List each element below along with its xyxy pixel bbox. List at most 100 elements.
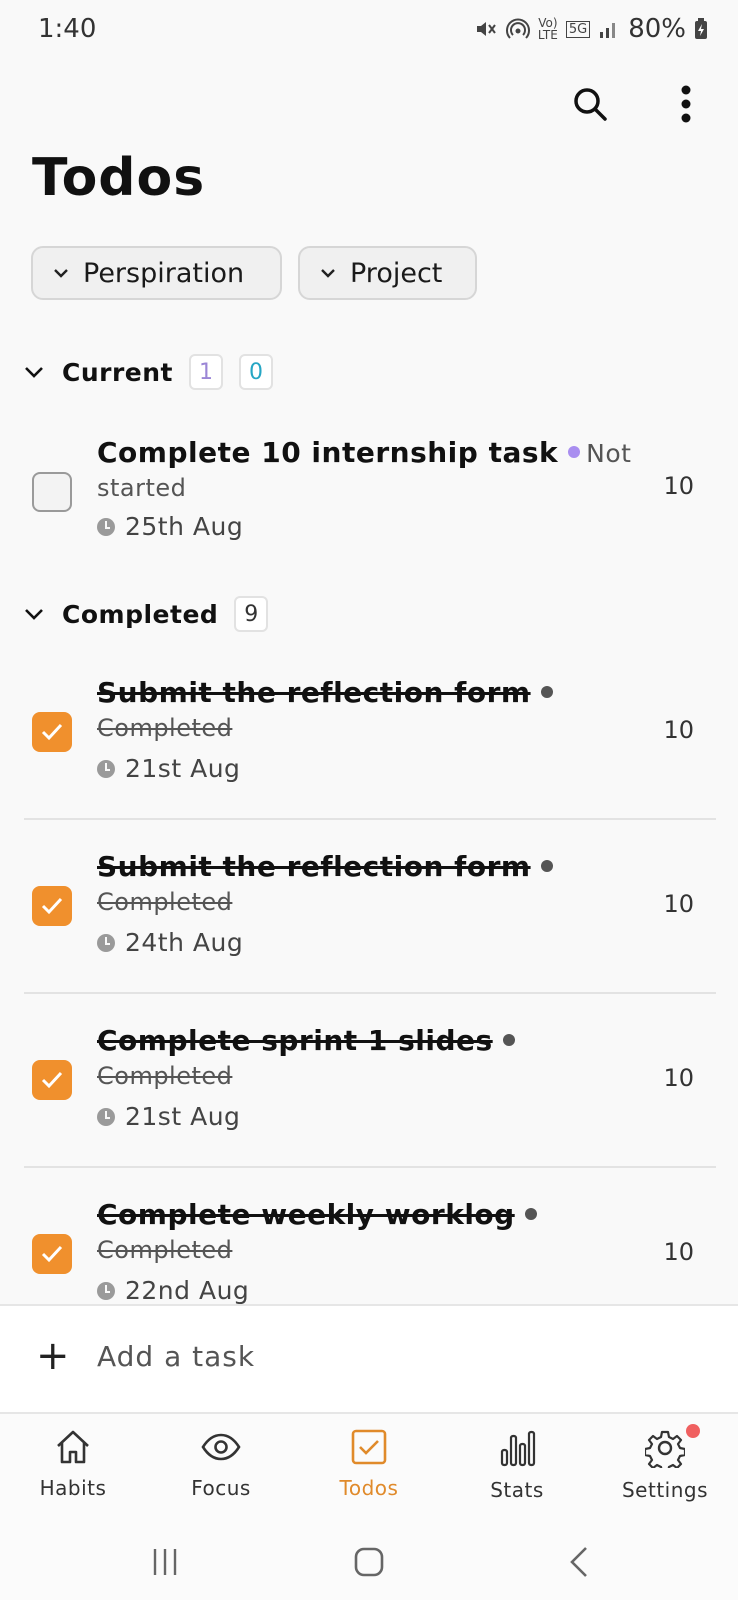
add-task-bar[interactable]: + Add a task	[0, 1304, 738, 1414]
search-button[interactable]	[566, 80, 614, 128]
task-title: Complete weekly worklog	[97, 1198, 543, 1231]
task-points: 10	[663, 1238, 694, 1266]
nav-label: Settings	[621, 1478, 709, 1502]
task-status: Completed	[97, 714, 233, 742]
section-title: Current	[62, 357, 174, 387]
task-checkbox-checked[interactable]	[32, 886, 72, 926]
home-icon	[57, 1430, 89, 1464]
chevron-down-icon	[321, 269, 335, 278]
task-checkbox[interactable]	[32, 472, 72, 512]
back-chevron-icon	[570, 1547, 587, 1577]
chevron-down-icon	[54, 269, 68, 278]
completed-task-row[interactable]: Complete sprint 1 slides Completed 21st …	[0, 1014, 738, 1164]
home-button[interactable]	[344, 1542, 394, 1582]
status-time: 1:40	[38, 14, 97, 44]
filter-chip-label: Project	[350, 257, 443, 289]
plus-icon: +	[36, 1333, 70, 1379]
task-status: Not	[586, 439, 632, 468]
battery-icon	[695, 18, 707, 39]
task-status: Completed	[97, 1062, 233, 1090]
task-points: 10	[663, 890, 694, 918]
clock-icon	[97, 933, 115, 952]
volte-icon: Vo) LTE	[537, 16, 558, 42]
chevron-down-icon	[25, 367, 43, 378]
task-date: 21st Aug	[97, 1102, 240, 1131]
nav-label: Habits	[39, 1476, 107, 1500]
task-checkbox-checked[interactable]	[32, 1234, 72, 1274]
mute-icon	[476, 22, 496, 36]
nav-todos[interactable]: Todos	[304, 1428, 434, 1500]
clock-icon	[97, 517, 115, 536]
status-dot	[524, 1208, 537, 1220]
section-header-completed[interactable]: Completed 9	[24, 594, 269, 634]
bottom-nav: Habits Focus Todos Stats Settings	[0, 1414, 738, 1524]
add-task-label: Add a task	[97, 1340, 256, 1373]
signal-icon	[600, 23, 616, 38]
nav-focus[interactable]: Focus	[156, 1428, 286, 1500]
clock-icon	[97, 759, 115, 778]
eye-icon	[201, 1433, 241, 1461]
status-icons: Vo) LTE 5G 80%	[474, 14, 708, 44]
completed-task-row[interactable]: Complete weekly worklog Completed 22nd A…	[0, 1188, 738, 1304]
more-options-button[interactable]	[662, 80, 710, 128]
more-vert-icon	[681, 85, 691, 123]
recent-apps-button[interactable]	[140, 1542, 190, 1582]
task-points: 10	[663, 716, 694, 744]
back-button[interactable]	[554, 1542, 604, 1582]
checkbox-icon	[351, 1429, 387, 1465]
task-title: Submit the reflection form	[97, 676, 559, 709]
status-dot	[540, 860, 553, 872]
task-status: Completed	[97, 888, 233, 916]
task-status-cont: started	[97, 474, 187, 502]
filter-chip-label: Perspiration	[83, 257, 245, 289]
bar-chart-icon	[500, 1430, 536, 1467]
status-dot	[502, 1034, 515, 1046]
task-title: Complete sprint 1 slides	[97, 1024, 521, 1057]
count-badge-completed: 9	[234, 596, 269, 632]
filter-chip-perspiration[interactable]: Perspiration	[31, 246, 282, 300]
nav-label: Todos	[339, 1476, 399, 1500]
divider	[24, 1166, 716, 1168]
task-points: 10	[663, 472, 694, 500]
task-title: Complete 10 internship task Not	[97, 436, 632, 469]
status-dot	[568, 446, 581, 458]
notification-dot	[686, 1424, 700, 1438]
nav-settings[interactable]: Settings	[600, 1424, 730, 1502]
task-points: 10	[663, 1064, 694, 1092]
nav-habits[interactable]: Habits	[8, 1428, 138, 1500]
nav-stats[interactable]: Stats	[452, 1428, 582, 1502]
status-dot	[540, 686, 553, 698]
section-header-current[interactable]: Current 1 0	[24, 352, 274, 392]
nav-label: Focus	[191, 1476, 251, 1500]
count-badge-overdue: 0	[239, 354, 274, 390]
check-icon	[41, 1245, 63, 1263]
page-title: Todos	[32, 148, 206, 208]
section-title: Completed	[62, 599, 219, 629]
gear-icon	[645, 1430, 685, 1468]
check-icon	[41, 897, 63, 915]
hotspot-icon	[505, 18, 530, 39]
task-checkbox-checked[interactable]	[32, 712, 72, 752]
clock-icon	[97, 1107, 115, 1126]
task-date: 24th Aug	[97, 928, 243, 957]
task-row[interactable]: Complete 10 internship task Not started 2…	[0, 432, 738, 562]
completed-task-row[interactable]: Submit the reflection form Completed 24t…	[0, 840, 738, 990]
divider	[24, 992, 716, 994]
check-icon	[41, 723, 63, 741]
task-date: 21st Aug	[97, 754, 240, 783]
completed-task-row[interactable]: Submit the reflection form Completed 21s…	[0, 666, 738, 816]
task-date: 22nd Aug	[97, 1276, 249, 1304]
home-square-icon	[354, 1547, 384, 1577]
task-date: 25th Aug	[97, 512, 243, 541]
battery-percent: 80%	[628, 14, 686, 44]
status-bar: 1:40 Vo) LTE 5G 80%	[0, 0, 738, 62]
divider	[24, 818, 716, 820]
nav-label: Stats	[490, 1478, 544, 1502]
search-icon	[574, 88, 607, 121]
filter-chip-project[interactable]: Project	[298, 246, 477, 300]
task-title: Submit the reflection form	[97, 850, 559, 883]
task-status: Completed	[97, 1236, 233, 1264]
check-icon	[41, 1071, 63, 1089]
task-checkbox-checked[interactable]	[32, 1060, 72, 1100]
system-nav-bar	[0, 1524, 738, 1600]
